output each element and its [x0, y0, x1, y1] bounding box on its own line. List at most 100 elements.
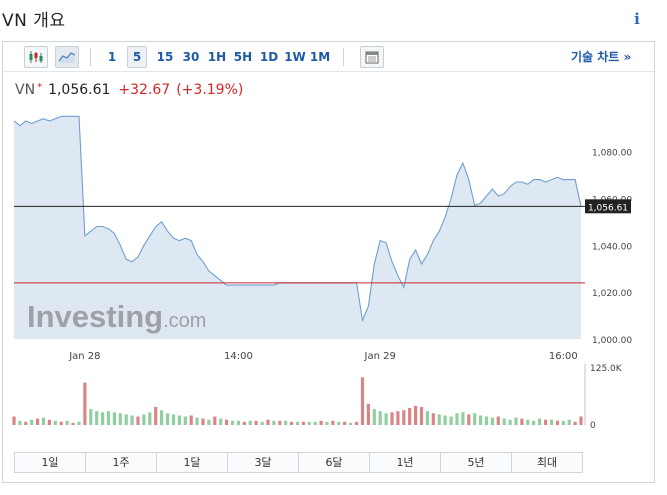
volume-bar [101, 412, 105, 425]
volume-bar [24, 421, 28, 425]
range-selector: 1일 1주 1달 3달 6달 1년 5년 최대 [14, 452, 583, 473]
range-1w[interactable]: 1주 [86, 453, 157, 472]
volume-bar [538, 418, 542, 425]
volume-bar [295, 421, 300, 425]
volume-bar [189, 415, 193, 425]
volume-bar [183, 416, 187, 425]
volume-bar [248, 420, 252, 425]
volume-bar [408, 408, 412, 425]
y-tick-label: 1,040.00 [592, 242, 632, 252]
volume-bar [290, 421, 294, 425]
volume-bar [124, 414, 128, 425]
page-header: VN 개요 i [0, 0, 667, 36]
volume-bar [390, 412, 394, 425]
volume-bar [130, 415, 134, 425]
volume-bar [514, 417, 518, 425]
volume-bar [490, 417, 494, 425]
volume-bar [331, 420, 335, 425]
volume-bar [479, 415, 483, 425]
y-tick-label: 1,000.00 [592, 336, 632, 346]
volume-bar [402, 410, 406, 425]
volume-bar [118, 413, 122, 425]
y-tick-label: 1,080.00 [592, 149, 632, 159]
volume-bar [266, 419, 270, 425]
range-5y[interactable]: 5년 [441, 453, 512, 472]
volume-bar [236, 420, 240, 425]
volume-bar [83, 382, 87, 425]
volume-bar [136, 416, 140, 425]
volume-bar [372, 409, 376, 425]
volume-bar [437, 414, 441, 425]
y-tick-label: 1,020.00 [592, 289, 632, 299]
x-tick-label: Jan 28 [68, 351, 100, 362]
volume-bar [508, 419, 512, 425]
range-1y[interactable]: 1년 [370, 453, 441, 472]
volume-bar [89, 409, 93, 425]
volume-bar [207, 419, 211, 425]
volume-bar [443, 415, 447, 425]
volume-bar [496, 416, 500, 425]
volume-bar [254, 420, 258, 425]
volume-bar [41, 417, 46, 425]
range-3m[interactable]: 3달 [228, 453, 299, 472]
volume-bar [71, 422, 75, 425]
volume-bar [561, 420, 565, 425]
volume-bar [278, 420, 282, 425]
volume-bar [95, 411, 99, 425]
volume-bar [484, 416, 489, 425]
volume-bar [18, 420, 22, 425]
volume-bar [349, 422, 353, 425]
watermark-brand: Investing [27, 299, 163, 334]
volume-bar [225, 419, 229, 425]
volume-bar [36, 418, 40, 425]
volume-bar [272, 420, 276, 425]
watermark-suffix: .com [163, 310, 206, 332]
chart-widget: 1 5 15 30 1H 5H 1D 1W 1M 기술 차트 » VN * 1,05… [2, 41, 655, 483]
info-icon[interactable]: i [630, 9, 644, 29]
volume-bar [47, 419, 51, 425]
volume-bar [461, 412, 465, 425]
volume-bar [77, 421, 81, 425]
volume-bar [549, 419, 554, 425]
volume-bar [378, 411, 382, 425]
range-6m[interactable]: 6달 [299, 453, 370, 472]
volume-bar [307, 421, 311, 425]
volume-bar [355, 421, 359, 425]
volume-bar [112, 412, 116, 425]
volume-bar [532, 420, 536, 425]
page-title: VN 개요 [2, 11, 66, 31]
x-tick-label: Jan 29 [364, 351, 396, 362]
range-1m[interactable]: 1달 [157, 453, 228, 472]
volume-bar [65, 420, 69, 425]
x-tick-label: 16:00 [549, 351, 578, 362]
volume-bar [431, 413, 435, 425]
volume-bar [449, 416, 453, 425]
volume-bar [242, 421, 246, 425]
volume-bar [467, 414, 471, 425]
volume-bar [213, 416, 217, 425]
volume-bar [473, 413, 477, 425]
range-1d[interactable]: 1일 [15, 453, 86, 472]
volume-bar [201, 418, 205, 425]
volume-bar [384, 413, 388, 425]
volume-bar [53, 420, 57, 425]
volume-bar [284, 420, 288, 425]
x-tick-label: 14:00 [224, 351, 253, 362]
volume-bar [260, 421, 264, 425]
volume-bar [419, 407, 424, 425]
volume-bar [337, 421, 341, 425]
volume-bar [343, 421, 347, 425]
volume-bar [396, 411, 400, 425]
volume-bar [520, 418, 524, 425]
volume-bar [171, 414, 176, 425]
volume-bar [414, 405, 418, 425]
volume-bar [313, 421, 317, 425]
volume-bar [301, 421, 305, 425]
volume-max-label: 125.0K [590, 364, 623, 374]
price-chart[interactable]: Investing.com 1,000.00 1,020.00 1,040.00 1,0… [3, 42, 654, 452]
volume-bar [425, 411, 429, 425]
volume-bar [555, 420, 559, 425]
volume-bar [567, 419, 571, 425]
range-max[interactable]: 최대 [512, 453, 582, 472]
volume-bar [160, 410, 164, 425]
